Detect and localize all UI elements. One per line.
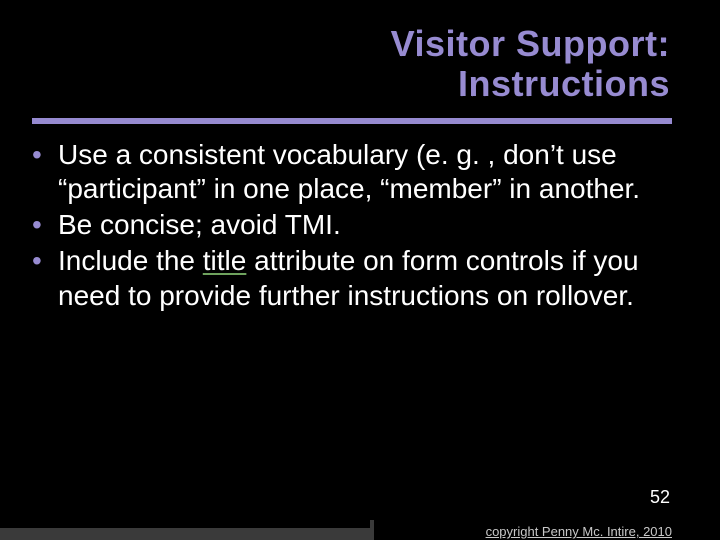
title-underline-rule xyxy=(32,118,672,124)
bullet-text: Be concise; avoid TMI. xyxy=(58,208,682,242)
bullet-text-pre: Be concise; avoid TMI. xyxy=(58,209,341,240)
bottom-tab-divider xyxy=(370,520,374,540)
bullet-text-pre: Use a consistent vocabulary (e. g. , don… xyxy=(58,139,640,204)
bullet-marker-icon: • xyxy=(32,138,58,172)
bullet-text: Use a consistent vocabulary (e. g. , don… xyxy=(58,138,682,206)
slide: Visitor Support: Instructions • Use a co… xyxy=(0,0,720,540)
page-number: 52 xyxy=(650,487,670,508)
bullet-item: • Include the title attribute on form co… xyxy=(32,244,682,312)
bullet-item: • Use a consistent vocabulary (e. g. , d… xyxy=(32,138,682,206)
copyright-text: copyright Penny Mc. Intire, 2010 xyxy=(486,524,672,539)
bullet-marker-icon: • xyxy=(32,208,58,242)
bullet-text-pre: Include the xyxy=(58,245,203,276)
bullet-text: Include the title attribute on form cont… xyxy=(58,244,682,312)
slide-body: • Use a consistent vocabulary (e. g. , d… xyxy=(32,138,682,315)
bullet-marker-icon: • xyxy=(32,244,58,278)
title-line-1: Visitor Support: xyxy=(391,24,670,64)
title-line-2: Instructions xyxy=(391,64,670,104)
bullet-item: • Be concise; avoid TMI. xyxy=(32,208,682,242)
slide-title: Visitor Support: Instructions xyxy=(391,24,670,105)
bottom-bar: copyright Penny Mc. Intire, 2010 xyxy=(0,516,720,540)
bottom-tab xyxy=(0,528,370,540)
bullet-text-keyword: title xyxy=(203,245,247,276)
